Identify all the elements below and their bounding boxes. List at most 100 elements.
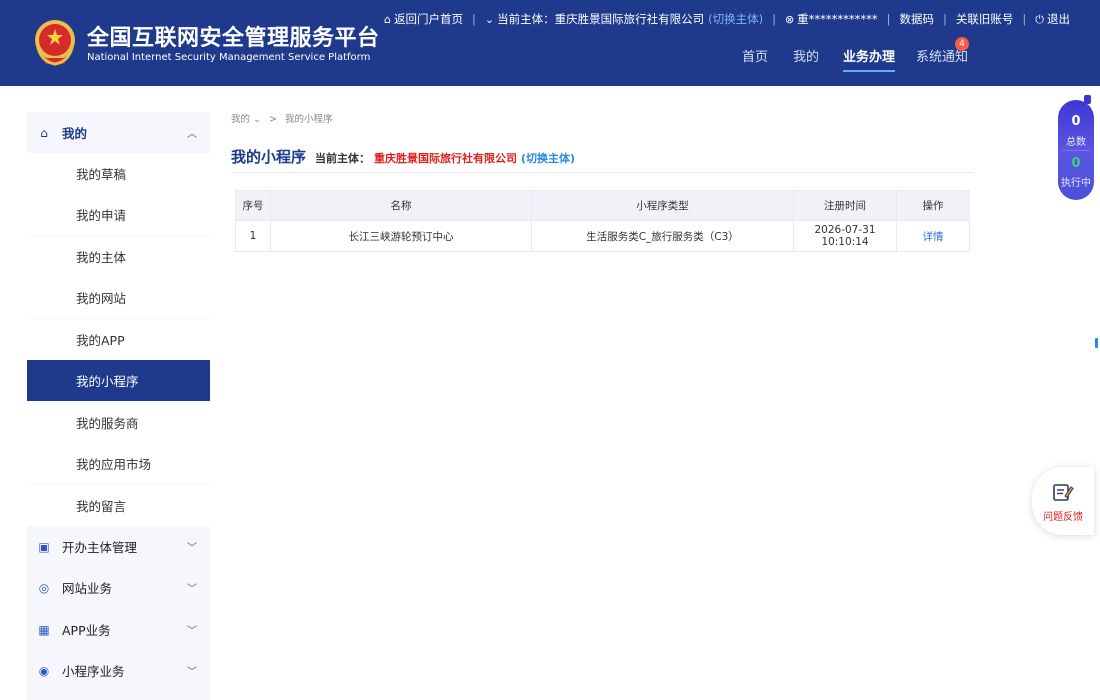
column-header: 注册时间 bbox=[793, 190, 897, 221]
chevron-up-icon: ︿ bbox=[187, 129, 197, 140]
divider bbox=[1062, 150, 1090, 151]
sidebar-item-app-markets[interactable]: 我的应用市场 bbox=[27, 443, 210, 484]
total-count: 0 bbox=[1071, 114, 1081, 129]
chevron-down-icon: ﹀ bbox=[187, 626, 197, 637]
sidebar-item-label: 我的留言 bbox=[76, 499, 127, 514]
compass-icon: ◉ bbox=[38, 663, 50, 678]
column-header: 序号 bbox=[235, 190, 271, 221]
briefcase-icon: ▣ bbox=[38, 539, 50, 554]
sidebar-group-mini-program-business[interactable]: ◉ 小程序业务 ﹀ bbox=[27, 650, 210, 691]
mini-program-table: 序号 名称 小程序类型 注册时间 操作 1 长江三峡游轮预订中心 生活服务类C_… bbox=[235, 190, 970, 252]
chevron-down-icon: ⌄ bbox=[253, 114, 262, 125]
breadcrumb-item: 我的小程序 bbox=[285, 114, 333, 125]
table-row: 1 长江三峡游轮预订中心 生活服务类C_旅行服务类（C3） 2026-07-31… bbox=[235, 220, 970, 252]
sidebar-item-subjects[interactable]: 我的主体 bbox=[27, 236, 210, 277]
sidebar-item-label: 我的服务商 bbox=[76, 416, 139, 431]
subject-name: 重庆胜景国际旅行社有限公司 bbox=[374, 152, 517, 165]
top-utility-bar: ⌂ 返回门户首页 | ⌄ 当前主体：重庆胜景国际旅行社有限公司 (切换主体) | ⊗… bbox=[384, 11, 1070, 27]
separator: | bbox=[772, 12, 776, 26]
switch-subject-link[interactable]: (切换主体) bbox=[521, 152, 575, 165]
breadcrumb: 我的 ⌄ > 我的小程序 bbox=[231, 111, 333, 125]
current-subject: ⌄ 当前主体：重庆胜景国际旅行社有限公司 bbox=[485, 11, 704, 27]
nav-mine[interactable]: 我的 bbox=[793, 46, 819, 65]
power-icon: ⏻ bbox=[1035, 13, 1044, 26]
sidebar-group-mine[interactable]: ⌂ 我的 ︿ bbox=[27, 112, 210, 153]
separator: | bbox=[1022, 12, 1027, 26]
feedback-button[interactable]: 问题反馈 bbox=[1032, 467, 1094, 535]
sidebar-item-drafts[interactable]: 我的草稿 bbox=[27, 153, 210, 194]
link-account-link[interactable]: 关联旧账号 bbox=[956, 11, 1014, 27]
sidebar-item-applications[interactable]: 我的申请 bbox=[27, 194, 210, 235]
user-name: 重************ bbox=[797, 12, 878, 26]
subject-name: 重庆胜景国际旅行社有限公司 bbox=[554, 12, 705, 26]
nav-business[interactable]: 业务办理 bbox=[843, 46, 896, 72]
feedback-label: 问题反馈 bbox=[1043, 512, 1083, 523]
table-header-row: 序号 名称 小程序类型 注册时间 操作 bbox=[235, 190, 970, 221]
sidebar-item-apps[interactable]: 我的APP bbox=[27, 319, 210, 360]
separator: | bbox=[472, 12, 476, 26]
home-link-label: 返回门户首页 bbox=[394, 12, 463, 26]
page-title: 我的小程序 bbox=[231, 148, 307, 166]
row-registered: 2026-07-31 10:10:14 bbox=[793, 220, 897, 252]
current-subject-info: 当前主体： 重庆胜景国际旅行社有限公司 (切换主体) bbox=[315, 150, 575, 166]
running-count: 0 bbox=[1071, 156, 1081, 171]
sidebar-group-label: 小程序业务 bbox=[62, 664, 125, 679]
row-name: 长江三峡游轮预订中心 bbox=[270, 220, 532, 252]
sidebar-group-app-business[interactable]: ▦ APP业务 ﹀ bbox=[27, 609, 210, 650]
sidebar-group-subject-management[interactable]: ▣ 开办主体管理 ﹀ bbox=[27, 526, 210, 567]
divider bbox=[231, 172, 974, 173]
sidebar-item-label: 我的申请 bbox=[76, 208, 127, 223]
sidebar-group-label: 我的 bbox=[62, 126, 88, 141]
sidebar-group-website-business[interactable]: ◎ 网站业务 ﹀ bbox=[27, 567, 210, 608]
edit-note-icon bbox=[1053, 484, 1074, 501]
row-type: 生活服务类C_旅行服务类（C3） bbox=[531, 220, 794, 252]
sidebar-item-label: 我的草稿 bbox=[76, 167, 127, 182]
home-icon: ⌂ bbox=[40, 125, 48, 140]
nav-home[interactable]: 首页 bbox=[742, 46, 768, 65]
user-icon: ⊗ bbox=[784, 13, 795, 26]
chevron-down-icon: ﹀ bbox=[187, 543, 197, 554]
row-index: 1 bbox=[235, 220, 271, 252]
main-nav: 首页 我的 业务办理 系统通知 bbox=[0, 46, 1100, 76]
sidebar-item-label: 我的小程序 bbox=[76, 374, 139, 389]
separator: | bbox=[886, 12, 891, 26]
sidebar-item-websites[interactable]: 我的网站 bbox=[27, 277, 210, 318]
globe-icon: ◎ bbox=[38, 580, 50, 595]
total-label: 总数 bbox=[1066, 137, 1086, 148]
sidebar-item-label: 我的网站 bbox=[76, 291, 127, 306]
data-code-link[interactable]: 数据码 bbox=[900, 11, 935, 27]
chevron-down-icon: ﹀ bbox=[187, 584, 197, 595]
logout-label: 退出 bbox=[1047, 12, 1070, 26]
breadcrumb-item[interactable]: 我的 bbox=[231, 114, 250, 125]
sidebar-item-mini-programs[interactable]: 我的小程序 bbox=[27, 360, 210, 401]
column-header: 操作 bbox=[896, 190, 970, 221]
scrollbar-thumb[interactable] bbox=[1095, 338, 1098, 348]
sidebar-item-label: 我的主体 bbox=[76, 250, 127, 265]
switch-subject-link[interactable]: (切换主体) bbox=[708, 11, 763, 27]
sidebar-group-label: 网站业务 bbox=[62, 581, 113, 596]
grid-icon: ▦ bbox=[38, 622, 50, 637]
separator: | bbox=[943, 12, 947, 26]
header: 全国互联网安全管理服务平台 National Internet Security… bbox=[0, 0, 1100, 86]
logout-link[interactable]: ⏻ 退出 bbox=[1035, 11, 1070, 27]
home-icon: ⌂ bbox=[384, 13, 391, 26]
sidebar-item-label: 我的应用市场 bbox=[76, 457, 152, 472]
sidebar: ⌂ 我的 ︿ 我的草稿 我的申请 我的主体 我的网站 我的APP 我的小程序 我… bbox=[27, 112, 210, 700]
chevron-down-icon: ﹀ bbox=[187, 667, 197, 678]
sidebar-group-label: 开办主体管理 bbox=[62, 540, 138, 555]
home-link[interactable]: ⌂ 返回门户首页 bbox=[384, 11, 463, 27]
column-header: 小程序类型 bbox=[531, 190, 794, 221]
sidebar-item-label: 我的APP bbox=[76, 333, 125, 348]
user-menu[interactable]: ⊗ 重************ bbox=[785, 11, 878, 27]
running-label: 执行中 bbox=[1061, 178, 1091, 189]
panel-handle bbox=[1084, 95, 1091, 104]
chevron-down-icon: ⌄ bbox=[484, 13, 495, 26]
sidebar-group-label: APP业务 bbox=[62, 623, 111, 638]
detail-link[interactable]: 详情 bbox=[896, 220, 970, 252]
column-header: 名称 bbox=[270, 190, 532, 221]
subject-label: 当前主体： bbox=[497, 12, 555, 26]
notification-badge: 4 bbox=[955, 37, 969, 51]
sidebar-item-messages[interactable]: 我的留言 bbox=[27, 485, 210, 526]
task-stats-panel[interactable]: 0 总数 0 执行中 bbox=[1058, 95, 1094, 200]
sidebar-item-providers[interactable]: 我的服务商 bbox=[27, 402, 210, 443]
